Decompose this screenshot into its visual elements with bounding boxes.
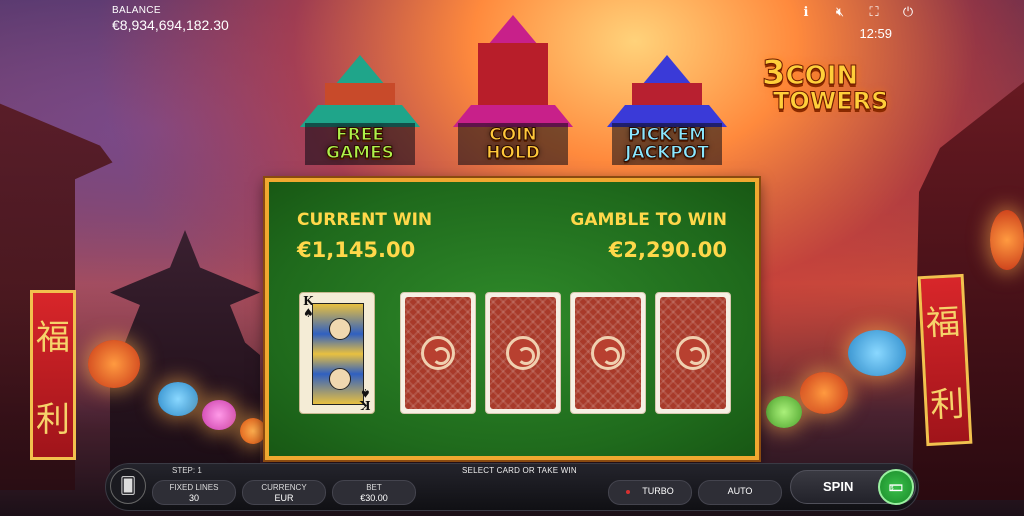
lantern (88, 340, 140, 388)
lantern (158, 382, 198, 416)
banner-char: 利 (929, 383, 966, 426)
menu-button[interactable]: 🂠 (110, 468, 146, 504)
currency-label: CURRENCY (261, 483, 307, 492)
tower-roof (488, 15, 538, 45)
pickem-jackpot-label: PICK'EM JACKPOT (612, 123, 722, 165)
instruction-hint: SELECT CARD OR TAKE WIN (462, 466, 577, 475)
gamble-to-win-value: €2,290.00 (608, 238, 727, 262)
face-down-card-4[interactable] (655, 292, 731, 414)
top-icon-bar: ℹ 🔇︎ ⛶ ⏻ (798, 4, 916, 20)
banner-char: 福 (925, 301, 962, 344)
face-down-card-2[interactable] (485, 292, 561, 414)
free-games-tower: FREE GAMES (295, 55, 425, 175)
left-banner: 福 利 (30, 290, 76, 460)
balance-value: €8,934,694,182.30 (112, 17, 229, 33)
currency-value: EUR (274, 493, 294, 503)
lantern (202, 400, 236, 430)
banner-char: 利 (36, 399, 70, 440)
bet-value: €30.00 (360, 493, 388, 503)
fixed-lines-display: FIXED LINES 30 (152, 480, 236, 505)
cards-menu-icon: 🂠 (119, 478, 137, 495)
lantern (990, 210, 1024, 270)
bet-label: BET (366, 483, 382, 492)
card-rank: K (360, 398, 371, 412)
fullscreen-icon[interactable]: ⛶ (866, 4, 882, 20)
current-win-value: €1,145.00 (297, 238, 416, 262)
card-back-emblem-icon (676, 336, 710, 370)
banner-char: 福 (36, 317, 70, 358)
lantern (848, 330, 906, 376)
card-back-pattern (575, 297, 641, 409)
tower-label-line: FREE (336, 125, 385, 145)
auto-label: AUTO (727, 486, 753, 496)
coin-hold-tower: COIN HOLD (448, 15, 578, 175)
revealed-card-king-spades: K ♠ K ♠ (299, 292, 375, 414)
face-down-card-3[interactable] (570, 292, 646, 414)
game-logo: 3COIN TOWERS (745, 56, 889, 115)
card-back-emblem-icon (506, 336, 540, 370)
step-indicator: STEP: 1 (172, 466, 202, 475)
gamble-to-win-label: GAMBLE TO WIN (570, 210, 727, 230)
tower-label-line: PICK'EM (627, 125, 707, 145)
turbo-label: TURBO (642, 486, 674, 496)
lantern (800, 372, 848, 414)
lantern (766, 396, 802, 428)
fixed-lines-label: FIXED LINES (169, 483, 219, 492)
collect-cash-icon[interactable]: 💵︎ (878, 469, 914, 505)
lantern (240, 418, 266, 444)
clock: 12:59 (859, 26, 892, 41)
mute-icon[interactable]: 🔇︎ (832, 4, 848, 20)
tower-roof (642, 55, 692, 85)
card-corner-index: K ♠ (360, 386, 371, 412)
balance-label: BALANCE (112, 5, 161, 16)
card-back-pattern (490, 297, 556, 409)
king-card-art (312, 303, 364, 405)
bet-button[interactable]: BET €30.00 (332, 480, 416, 505)
right-banner: 福 利 (917, 273, 973, 447)
free-games-label: FREE GAMES (305, 123, 415, 165)
tower-label-line: GAMES (326, 143, 395, 163)
spade-icon: ♠ (360, 386, 371, 400)
logo-word: TOWERS (773, 87, 889, 115)
tower-label-line: HOLD (486, 143, 541, 163)
current-win-label: CURRENT WIN (297, 210, 433, 230)
spin-label: SPIN (823, 479, 854, 494)
info-icon[interactable]: ℹ (798, 4, 814, 20)
coin-hold-label: COIN HOLD (458, 123, 568, 165)
tower-label-line: JACKPOT (625, 143, 710, 163)
tower-body (478, 43, 548, 113)
card-back-pattern (405, 297, 471, 409)
currency-button[interactable]: CURRENCY EUR (242, 480, 326, 505)
tower-roof (335, 55, 385, 85)
card-back-pattern (660, 297, 726, 409)
gamble-panel: CURRENT WIN €1,145.00 GAMBLE TO WIN €2,2… (265, 178, 759, 460)
card-back-emblem-icon (421, 336, 455, 370)
fixed-lines-value: 30 (188, 493, 199, 503)
pickem-jackpot-tower: PICK'EM JACKPOT (602, 55, 732, 175)
turbo-indicator-icon (626, 489, 631, 494)
face-down-card-1[interactable] (400, 292, 476, 414)
turbo-button[interactable]: TURBO (608, 480, 692, 505)
tower-label-line: COIN (489, 125, 537, 145)
auto-button[interactable]: AUTO (698, 480, 782, 505)
card-back-emblem-icon (591, 336, 625, 370)
power-icon[interactable]: ⏻ (900, 4, 916, 20)
